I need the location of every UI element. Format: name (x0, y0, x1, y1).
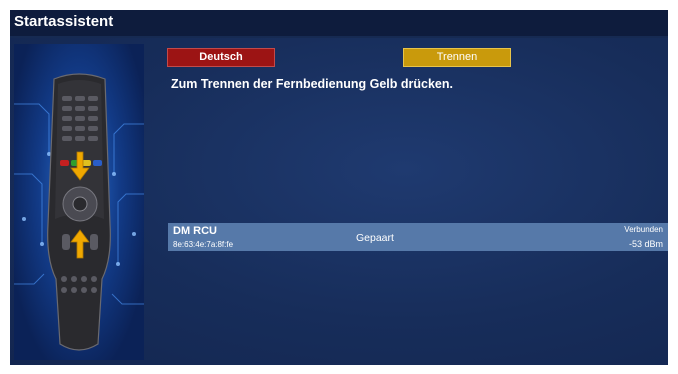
remote-illustration-panel (14, 44, 144, 360)
content-area: Deutsch Trennen Zum Trennen der Fernbedi… (10, 38, 668, 365)
device-list-item[interactable]: DM RCU 8e:63:4e:7a:8f:fe Gepaart Verbund… (168, 223, 668, 251)
window-title: Startassistent (14, 13, 114, 30)
circuit-background (14, 73, 144, 351)
disconnect-button[interactable]: Trennen (403, 48, 511, 67)
device-name: DM RCU (173, 225, 217, 237)
device-signal-strength: -53 dBm (628, 239, 663, 249)
device-connection-status: Verbunden (624, 225, 663, 234)
language-button[interactable]: Deutsch (167, 48, 275, 67)
remote-control-image (47, 73, 111, 351)
instruction-text: Zum Trennen der Fernbedienung Gelb drück… (171, 77, 453, 91)
device-mac-address: 8e:63:4e:7a:8f:fe (173, 240, 234, 249)
device-pairing-state: Gepaart (356, 232, 394, 244)
wizard-window: Startassistent Deutsch Trennen Zum Trenn… (10, 10, 668, 365)
title-bar: Startassistent (10, 10, 668, 36)
